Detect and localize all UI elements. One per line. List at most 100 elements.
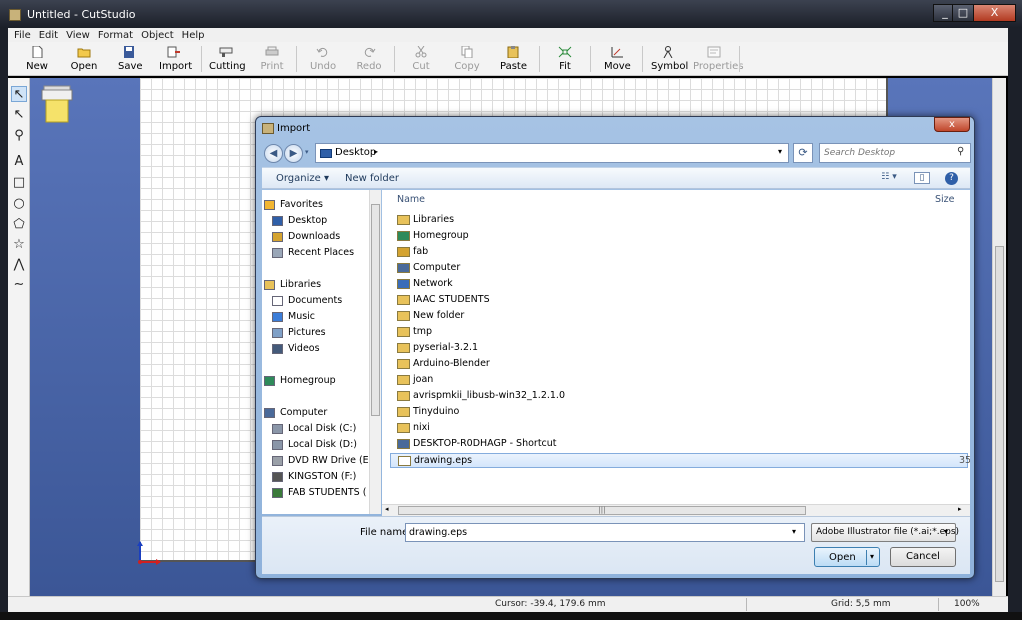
zoom-tool-icon[interactable]: ⚲ — [11, 128, 27, 144]
menu-object[interactable]: Object — [141, 30, 174, 41]
file-name: IAAC STUDENTS — [413, 294, 490, 305]
refresh-icon[interactable]: ⟳ — [793, 143, 813, 163]
text-tool-icon[interactable]: A — [11, 154, 27, 170]
paste-label: Paste — [500, 61, 527, 72]
menu-help[interactable]: Help — [182, 30, 205, 41]
status-divider — [938, 598, 939, 611]
file-name-field[interactable]: ▾ — [405, 523, 805, 542]
paste-button[interactable]: Paste — [500, 46, 527, 76]
file-row[interactable]: Tinyduino — [390, 405, 968, 420]
scroll-thumb[interactable]: ||| — [398, 506, 806, 515]
properties-button[interactable]: Properties — [693, 46, 744, 76]
file-row[interactable]: joan — [390, 373, 968, 388]
menu-file[interactable]: File — [14, 30, 31, 41]
address-dropdown-icon[interactable]: ▾ — [778, 147, 782, 156]
column-header-size[interactable]: Size — [935, 194, 955, 205]
file-row[interactable]: IAAC STUDENTS — [390, 293, 968, 308]
workspace-vertical-scrollbar[interactable] — [992, 78, 1006, 596]
menu-format[interactable]: Format — [98, 30, 133, 41]
navigation-pane-scrollbar[interactable] — [369, 190, 381, 514]
file-list-horizontal-scrollbar[interactable]: ◂ ||| ▸ — [382, 504, 970, 516]
scroll-right-icon[interactable]: ▸ — [958, 505, 962, 513]
search-icon[interactable]: ⚲ — [957, 146, 964, 157]
maximize-button[interactable]: □ — [952, 4, 974, 22]
save-label: Save — [118, 61, 143, 72]
polyline-tool-icon[interactable]: ⋀ — [11, 257, 27, 273]
print-button[interactable]: Print — [260, 46, 284, 76]
file-row[interactable]: Homegroup — [390, 229, 968, 244]
file-name-dropdown-icon[interactable]: ▾ — [792, 527, 796, 536]
redo-button[interactable]: Redo — [355, 46, 383, 76]
fit-button[interactable]: Fit — [556, 46, 574, 76]
dialog-close-button[interactable]: x — [934, 117, 970, 132]
new-button[interactable]: New — [26, 46, 48, 76]
menu-view[interactable]: View — [66, 30, 90, 41]
file-row[interactable]: nixi — [390, 421, 968, 436]
scroll-left-icon[interactable]: ◂ — [385, 505, 389, 513]
file-row[interactable]: Libraries — [390, 213, 968, 228]
file-row[interactable]: Arduino-Blender — [390, 357, 968, 372]
scroll-thumb[interactable] — [995, 246, 1004, 582]
copy-button[interactable]: Copy — [454, 46, 480, 76]
file-row[interactable]: Computer — [390, 261, 968, 276]
floppy-disk-icon — [124, 46, 134, 58]
recent-pages-icon[interactable]: ▾ — [305, 148, 309, 156]
search-input[interactable] — [824, 146, 952, 160]
polygon-tool-icon[interactable]: ⬠ — [11, 217, 27, 233]
file-row[interactable]: drawing.eps 35 — [390, 453, 970, 468]
homegroup-icon — [264, 376, 275, 386]
cutting-label: Cutting — [209, 61, 246, 72]
file-type-select[interactable]: Adobe Illustrator file (*.ai;*.eps) ▾ — [811, 523, 959, 542]
cut-label: Cut — [412, 61, 430, 72]
back-arrow-icon[interactable]: ◀ — [264, 144, 283, 163]
file-name: DESKTOP-R0DHAGP - Shortcut — [413, 438, 557, 449]
node-edit-tool-icon[interactable]: ↖ — [11, 107, 27, 123]
open-button[interactable]: Open ▾ — [814, 547, 880, 567]
undo-button[interactable]: Undo — [309, 46, 337, 76]
forward-arrow-icon[interactable]: ▶ — [284, 144, 303, 163]
open-button[interactable]: Open — [70, 46, 98, 76]
shortcut-icon — [397, 439, 410, 449]
title-bar: Untitled - CutStudio _ □ X — [0, 0, 1022, 28]
new-document-icon — [32, 46, 43, 58]
curve-tool-icon[interactable]: ∼ — [11, 277, 27, 293]
menu-edit[interactable]: Edit — [39, 30, 58, 41]
organize-menu[interactable]: Organize ▾ — [276, 173, 329, 184]
select-tool-icon[interactable]: ↖ — [11, 86, 27, 102]
rectangle-tool-icon[interactable]: □ — [11, 175, 27, 191]
breadcrumb-chevron-icon[interactable]: ▸ — [374, 147, 378, 156]
new-folder-button[interactable]: New folder — [345, 173, 399, 184]
ellipse-tool-icon[interactable]: ○ — [11, 196, 27, 212]
file-row[interactable]: fab — [390, 245, 968, 260]
preview-pane-icon[interactable]: ▯ — [914, 172, 930, 184]
file-name-input[interactable] — [409, 526, 779, 539]
file-row[interactable]: pyserial-3.2.1 — [390, 341, 968, 356]
grid-size: Grid: 5,5 mm — [831, 599, 891, 609]
open-options-icon[interactable]: ▾ — [870, 552, 874, 561]
search-box[interactable]: ⚲ — [819, 143, 971, 163]
disk-icon — [272, 424, 283, 434]
open-button-label: Open — [829, 552, 856, 563]
toolbar-separator — [590, 46, 591, 72]
star-tool-icon[interactable]: ☆ — [11, 237, 27, 253]
file-row[interactable]: Network — [390, 277, 968, 292]
import-button[interactable]: Import — [159, 46, 192, 76]
cut-button[interactable]: Cut — [410, 46, 432, 76]
close-window-button[interactable]: X — [973, 4, 1016, 22]
file-row[interactable]: DESKTOP-R0DHAGP - Shortcut — [390, 437, 968, 452]
file-row[interactable]: tmp — [390, 325, 968, 340]
cancel-button[interactable]: Cancel — [890, 547, 956, 567]
change-view-icon[interactable]: ☷ ▾ — [876, 172, 902, 184]
column-header-name[interactable]: Name — [397, 194, 425, 205]
symbol-button[interactable]: Symbol — [651, 46, 688, 76]
address-bar[interactable]: Desktop ▸ ▾ — [315, 143, 789, 163]
scroll-thumb[interactable] — [371, 204, 380, 416]
window-title: Untitled - CutStudio — [27, 8, 136, 21]
file-row[interactable]: avrispmkii_libusb-win32_1.2.1.0 — [390, 389, 968, 404]
cutting-button[interactable]: Cutting — [209, 46, 246, 76]
move-button[interactable]: Move — [604, 46, 631, 76]
help-icon[interactable]: ? — [945, 172, 958, 185]
file-row[interactable]: New folder — [390, 309, 968, 324]
breadcrumb-desktop[interactable]: Desktop — [335, 147, 376, 158]
save-button[interactable]: Save — [118, 46, 143, 76]
